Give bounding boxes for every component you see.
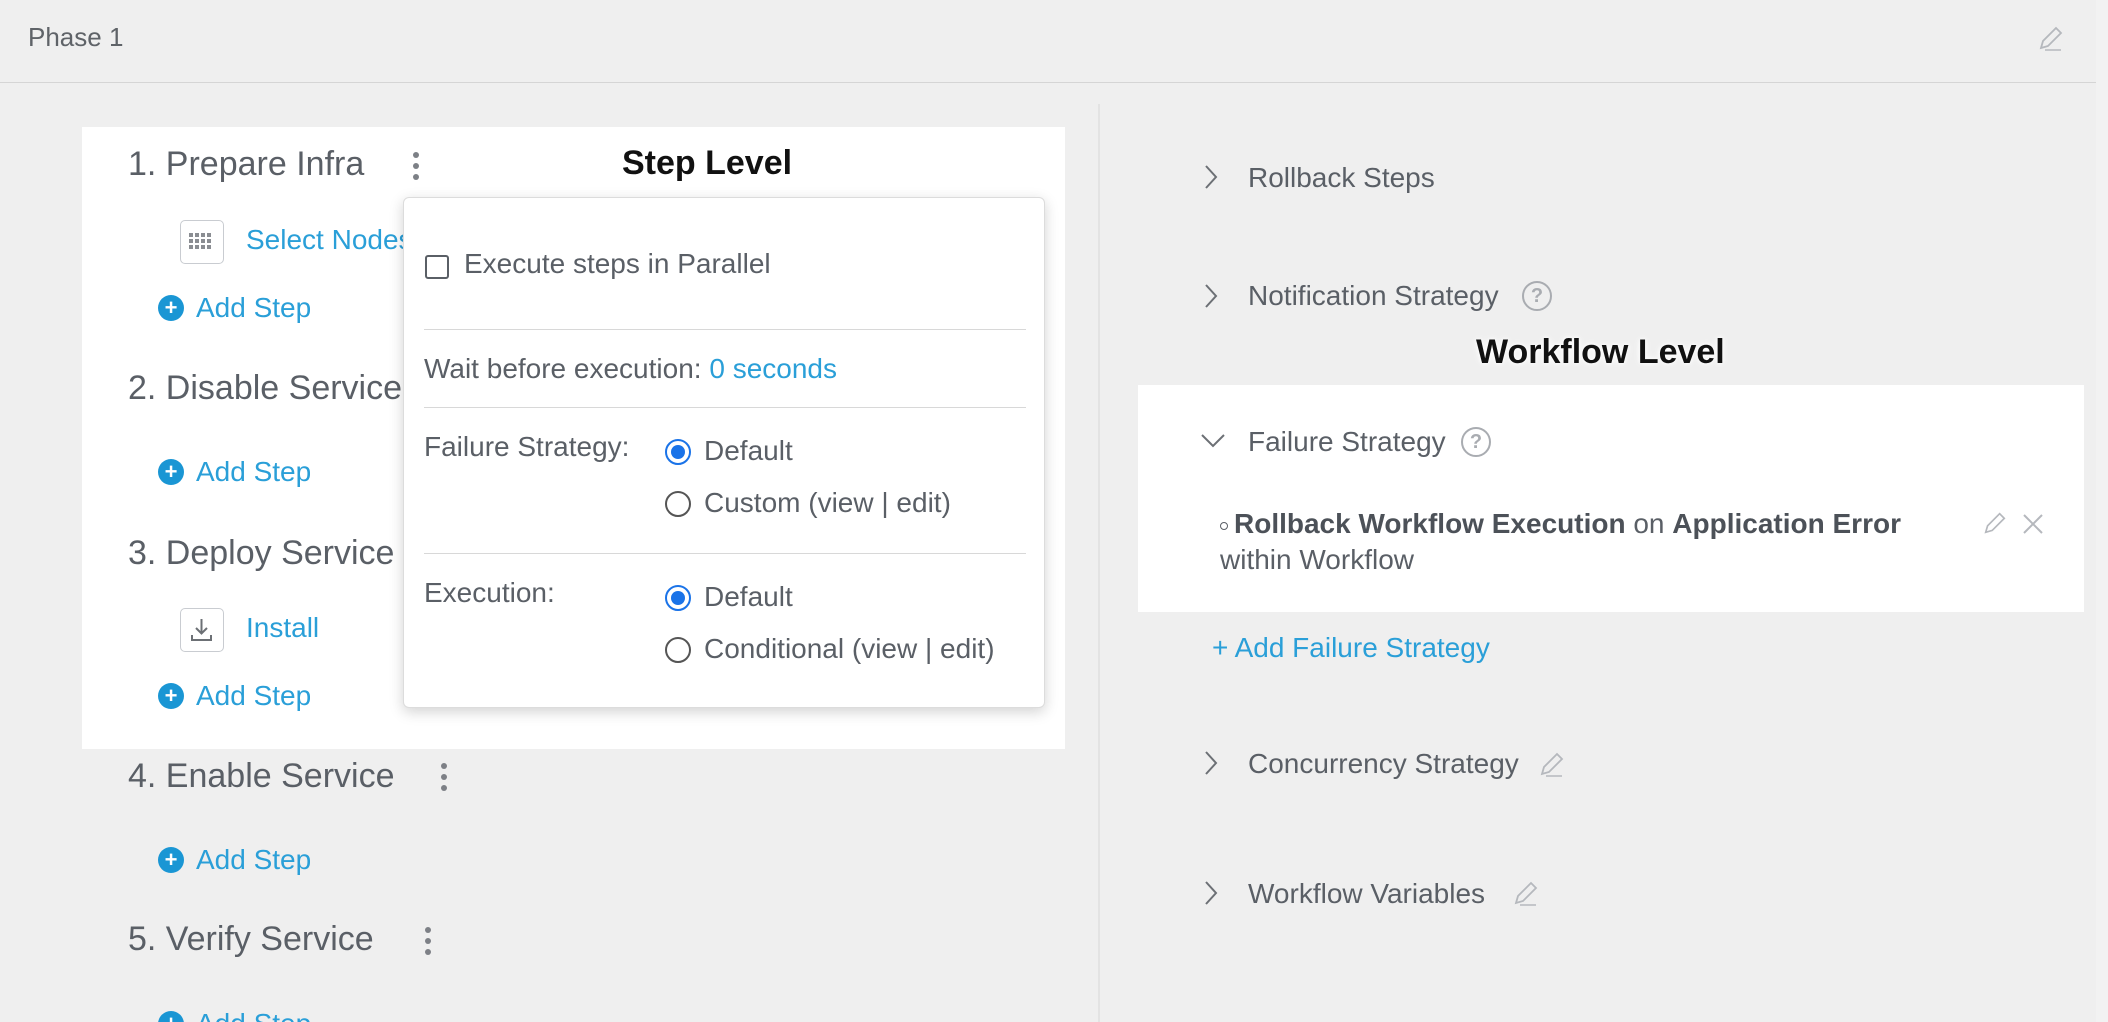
chevron-right-icon[interactable] (1203, 163, 1219, 191)
add-step-label: Add Step (196, 456, 312, 487)
failure-custom-radio[interactable] (665, 491, 691, 517)
pencil-icon[interactable] (1538, 750, 1566, 778)
concurrency-strategy-title[interactable]: Concurrency Strategy (1248, 748, 1519, 780)
pencil-icon[interactable] (1512, 879, 1540, 907)
wait-label: Wait before execution: (424, 353, 702, 384)
add-step-button[interactable]: + Add Step (158, 456, 311, 488)
add-step-label: Add Step (196, 680, 312, 711)
failure-custom-label[interactable]: Custom (view | edit) (704, 487, 951, 519)
plus-icon: + (158, 295, 184, 321)
step-options-popup: Execute steps in Parallel Wait before ex… (403, 197, 1045, 708)
failure-strategy-label: Failure Strategy: (424, 431, 630, 462)
chevron-down-icon[interactable] (1199, 432, 1227, 450)
chevron-right-icon[interactable] (1203, 282, 1219, 310)
download-icon (180, 608, 224, 652)
rule-action: Rollback Workflow Execution (1234, 508, 1626, 539)
notification-strategy-title[interactable]: Notification Strategy (1248, 280, 1499, 312)
chevron-right-icon[interactable] (1203, 749, 1219, 777)
divider (424, 553, 1026, 554)
step-install[interactable]: Install (246, 612, 319, 644)
phase-title: Phase 1 (28, 22, 124, 52)
bullet-icon (1220, 521, 1228, 530)
add-step-button[interactable]: + Add Step (158, 292, 311, 324)
rule-within: within (1220, 544, 1292, 575)
parallel-checkbox[interactable] (425, 255, 449, 279)
add-step-button[interactable]: + Add Step (158, 844, 311, 876)
plus-icon: + (158, 683, 184, 709)
grid-icon (180, 220, 224, 264)
workflow-level-annotation: Workflow Level (1476, 333, 1725, 371)
help-icon[interactable]: ? (1461, 427, 1491, 457)
failure-default-label: Default (704, 435, 793, 466)
rule-on: on (1633, 508, 1665, 539)
rollback-steps-title[interactable]: Rollback Steps (1248, 162, 1435, 194)
wait-row: Wait before execution: 0 seconds (424, 353, 837, 385)
pencil-icon[interactable] (2037, 24, 2065, 52)
chevron-right-icon[interactable] (1203, 879, 1219, 907)
failure-strategy-title[interactable]: Failure Strategy (1248, 426, 1446, 458)
plus-icon: + (158, 847, 184, 873)
failure-default-radio[interactable] (665, 439, 691, 465)
workflow-variables-title[interactable]: Workflow Variables (1248, 878, 1485, 910)
pencil-icon[interactable] (1982, 510, 2008, 536)
step-select-nodes[interactable]: Select Nodes (246, 224, 413, 256)
scrollbar[interactable] (2096, 0, 2108, 1022)
section-title-prepare-infra: 1. Prepare Infra (128, 145, 365, 183)
panel-divider (1098, 104, 1100, 1022)
plus-icon: + (158, 1011, 184, 1022)
add-step-label: Add Step (196, 1008, 311, 1022)
add-step-label: Add Step (196, 292, 312, 323)
add-step-button[interactable]: + Add Step (158, 1008, 311, 1022)
step-level-annotation: Step Level (622, 144, 793, 182)
section-title-deploy-service: 3. Deploy Service (128, 534, 395, 572)
execution-conditional-label[interactable]: Conditional (view | edit) (704, 633, 995, 665)
section-title-disable-service: 2. Disable Service (128, 369, 403, 407)
section-menu-icon[interactable] (440, 763, 448, 795)
divider (424, 329, 1026, 330)
add-step-button[interactable]: + Add Step (158, 680, 311, 712)
rule-condition: Application Error (1672, 508, 1901, 539)
help-icon[interactable]: ? (1522, 281, 1552, 311)
add-failure-strategy-link[interactable]: + Add Failure Strategy (1212, 632, 1490, 664)
section-menu-icon[interactable] (412, 152, 420, 184)
wait-value-link[interactable]: 0 seconds (709, 353, 837, 384)
divider (424, 407, 1026, 408)
execution-default-label: Default (704, 581, 793, 612)
close-icon[interactable] (2021, 512, 2045, 536)
failure-rule: Rollback Workflow Execution on Applicati… (1220, 506, 1970, 578)
section-title-verify-service: 5. Verify Service (128, 920, 374, 958)
plus-icon: + (158, 459, 184, 485)
execution-label: Execution: (424, 577, 555, 608)
section-title-enable-service: 4. Enable Service (128, 757, 395, 795)
execution-default-radio[interactable] (665, 585, 691, 611)
phase-header: Phase 1 (0, 0, 2096, 83)
section-menu-icon[interactable] (424, 927, 432, 959)
rule-scope: Workflow (1299, 544, 1414, 575)
execution-conditional-radio[interactable] (665, 637, 691, 663)
parallel-label: Execute steps in Parallel (464, 248, 771, 279)
add-step-label: Add Step (196, 844, 312, 875)
